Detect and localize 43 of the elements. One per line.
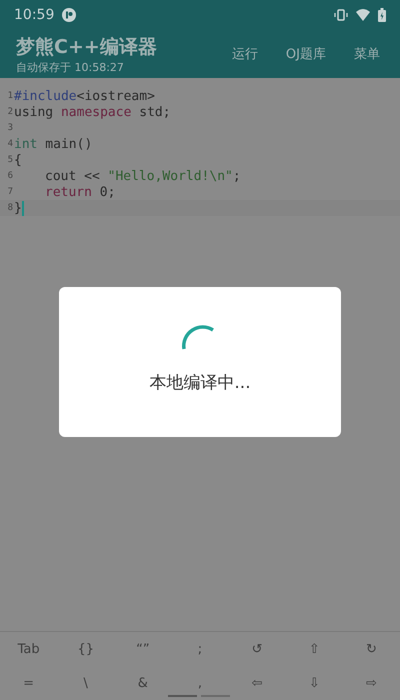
shortcut-key[interactable]: =	[0, 666, 58, 700]
line-number: 2	[6, 107, 14, 117]
code-line: return 0;	[45, 184, 116, 200]
shortcut-key[interactable]: Tab	[0, 632, 58, 666]
app-notification-icon	[62, 8, 76, 22]
nav-handle	[201, 695, 230, 697]
toolbar-action[interactable]: 运行	[224, 41, 266, 67]
line-number: 4	[6, 139, 14, 149]
line-number: 6	[6, 171, 14, 181]
shortcut-key[interactable]: “”	[114, 632, 172, 666]
shortcut-key[interactable]: ,	[171, 666, 229, 700]
text-cursor	[22, 200, 24, 216]
shortcut-key[interactable]: ⇦	[228, 666, 286, 700]
vibrate-icon	[334, 9, 348, 21]
line-number: 8	[6, 203, 14, 213]
shortcut-key[interactable]: ↺	[228, 632, 286, 666]
line-number: 5	[6, 155, 14, 165]
shortcut-key[interactable]: &	[114, 666, 172, 700]
toolbar-action[interactable]: 菜单	[346, 41, 388, 67]
shortcut-key[interactable]: ⇧	[286, 632, 343, 666]
shortcut-key[interactable]: \	[57, 666, 114, 700]
code-line: using namespace std;	[14, 104, 171, 120]
line-number: 7	[6, 187, 14, 197]
battery-icon	[378, 8, 386, 22]
code-line: #include<iostream>	[14, 88, 155, 104]
line-number: 1	[6, 91, 14, 101]
code-line: int main()	[14, 136, 92, 152]
toolbar-action[interactable]: OJ题库	[278, 41, 334, 67]
nav-handle	[168, 695, 197, 697]
wifi-icon	[356, 9, 370, 21]
code-line: }	[14, 200, 22, 216]
clock: 10:59	[14, 7, 54, 23]
line-number: 3	[6, 123, 14, 133]
shortcut-key[interactable]: ⇨	[342, 666, 400, 700]
shortcut-key[interactable]: ⇩	[286, 666, 343, 700]
shortcut-key[interactable]: ;	[171, 632, 229, 666]
dialog-message: 本地编译中...	[149, 372, 251, 394]
code-line: {	[14, 152, 22, 168]
shortcut-key[interactable]: ↻	[342, 632, 400, 666]
autosave-time: 自动保存于 10:58:27	[16, 60, 125, 74]
shortcut-key[interactable]: {}	[57, 632, 114, 666]
app-title: 梦熊C++编译器	[16, 34, 158, 60]
code-line: cout << "Hello,World!\n";	[45, 168, 241, 184]
